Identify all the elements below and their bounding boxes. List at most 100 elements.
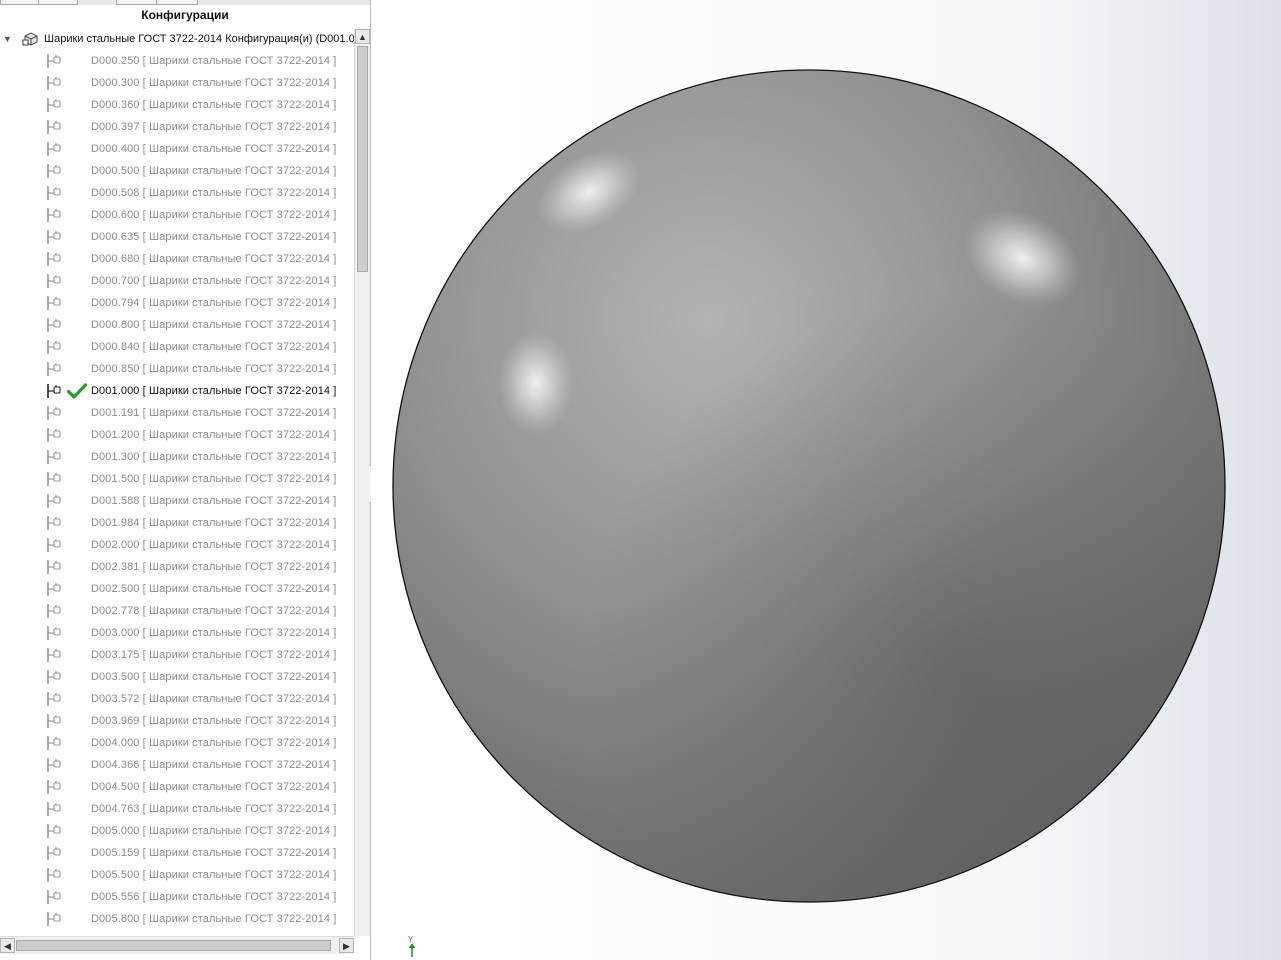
configuration-icon <box>47 252 61 266</box>
tab-dimxpert-manager[interactable] <box>156 0 198 5</box>
steel-ball-model[interactable] <box>371 0 1281 960</box>
configuration-item[interactable]: D002.381 [ Шарики стальные ГОСТ 3722-201… <box>0 556 354 578</box>
configuration-icon <box>47 142 61 156</box>
configuration-item[interactable]: D000.360 [ Шарики стальные ГОСТ 3722-201… <box>0 94 354 116</box>
configuration-icon <box>47 604 61 618</box>
configuration-item[interactable]: D005.556 [ Шарики стальные ГОСТ 3722-201… <box>0 886 354 908</box>
configuration-item[interactable]: D000.700 [ Шарики стальные ГОСТ 3722-201… <box>0 270 354 292</box>
configuration-item[interactable]: D000.300 [ Шарики стальные ГОСТ 3722-201… <box>0 72 354 94</box>
configuration-item-label: D001.300 [ Шарики стальные ГОСТ 3722-201… <box>91 451 337 463</box>
configuration-item-label: D004.366 [ Шарики стальные ГОСТ 3722-201… <box>91 759 337 771</box>
triad-axis-label: Y <box>408 935 414 944</box>
panel-title: Конфигурации <box>141 8 229 22</box>
configuration-item[interactable]: D000.840 [ Шарики стальные ГОСТ 3722-201… <box>0 336 354 358</box>
checkmark-icon <box>67 383 87 399</box>
graphics-viewport[interactable]: Y <box>371 0 1281 960</box>
configuration-item-label: D001.000 [ Шарики стальные ГОСТ 3722-201… <box>91 385 337 397</box>
configuration-manager-panel: Конфигурации ▼ Шарики стальные ГОСТ 3722… <box>0 0 371 960</box>
configuration-item-label: D005.159 [ Шарики стальные ГОСТ 3722-201… <box>91 847 337 859</box>
configuration-icon <box>47 274 61 288</box>
configuration-item[interactable]: D002.000 [ Шарики стальные ГОСТ 3722-201… <box>0 534 354 556</box>
configuration-item-label: D002.500 [ Шарики стальные ГОСТ 3722-201… <box>91 583 337 595</box>
configuration-item[interactable]: D001.300 [ Шарики стальные ГОСТ 3722-201… <box>0 446 354 468</box>
axis-triad-icon: Y <box>408 935 416 957</box>
configuration-item[interactable]: D000.500 [ Шарики стальные ГОСТ 3722-201… <box>0 160 354 182</box>
configuration-item[interactable]: D000.400 [ Шарики стальные ГОСТ 3722-201… <box>0 138 354 160</box>
vertical-scrollbar[interactable]: ▲ <box>354 29 370 936</box>
configuration-item-label: D000.500 [ Шарики стальные ГОСТ 3722-201… <box>91 165 337 177</box>
configuration-item[interactable]: D004.500 [ Шарики стальные ГОСТ 3722-201… <box>0 776 354 798</box>
configuration-icon <box>47 890 61 904</box>
configuration-item[interactable]: D001.000 [ Шарики стальные ГОСТ 3722-201… <box>0 380 354 402</box>
tab-feature-manager[interactable] <box>0 0 40 5</box>
configuration-icon <box>47 626 61 640</box>
configuration-item-label: D004.000 [ Шарики стальные ГОСТ 3722-201… <box>91 737 337 749</box>
configuration-item[interactable]: D001.500 [ Шарики стальные ГОСТ 3722-201… <box>0 468 354 490</box>
configuration-item-label: D000.400 [ Шарики стальные ГОСТ 3722-201… <box>91 143 337 155</box>
configuration-item[interactable]: D004.366 [ Шарики стальные ГОСТ 3722-201… <box>0 754 354 776</box>
configuration-item[interactable]: D005.500 [ Шарики стальные ГОСТ 3722-201… <box>0 864 354 886</box>
configuration-item-label: D001.588 [ Шарики стальные ГОСТ 3722-201… <box>91 495 337 507</box>
configuration-item[interactable]: D001.200 [ Шарики стальные ГОСТ 3722-201… <box>0 424 354 446</box>
configuration-item-label: D000.700 [ Шарики стальные ГОСТ 3722-201… <box>91 275 337 287</box>
configuration-icon <box>47 714 61 728</box>
configuration-item-label: D001.191 [ Шарики стальные ГОСТ 3722-201… <box>91 407 337 419</box>
vertical-scroll-thumb[interactable] <box>357 46 368 272</box>
configuration-item-label: D003.500 [ Шарики стальные ГОСТ 3722-201… <box>91 671 337 683</box>
horizontal-scroll-thumb[interactable] <box>16 940 331 951</box>
configuration-item-label: D000.680 [ Шарики стальные ГОСТ 3722-201… <box>91 253 337 265</box>
configuration-item[interactable]: D000.680 [ Шарики стальные ГОСТ 3722-201… <box>0 248 354 270</box>
configuration-icon <box>47 406 61 420</box>
configuration-item[interactable]: D000.508 [ Шарики стальные ГОСТ 3722-201… <box>0 182 354 204</box>
configuration-item-label: D000.360 [ Шарики стальные ГОСТ 3722-201… <box>91 99 337 111</box>
configuration-item[interactable]: D000.635 [ Шарики стальные ГОСТ 3722-201… <box>0 226 354 248</box>
configuration-icon <box>47 296 61 310</box>
configuration-icon <box>47 428 61 442</box>
configuration-icon <box>47 802 61 816</box>
configuration-item-label: D001.500 [ Шарики стальные ГОСТ 3722-201… <box>91 473 337 485</box>
triangle-down-icon[interactable]: ▼ <box>3 29 12 49</box>
configuration-item-label: D003.969 [ Шарики стальные ГОСТ 3722-201… <box>91 715 337 727</box>
configuration-icon <box>47 362 61 376</box>
configuration-icon <box>47 736 61 750</box>
configuration-item[interactable]: D003.175 [ Шарики стальные ГОСТ 3722-201… <box>0 644 354 666</box>
scroll-right-arrow-icon[interactable]: ▶ <box>339 938 354 953</box>
configuration-item[interactable]: D000.250 [ Шарики стальные ГОСТ 3722-201… <box>0 50 354 72</box>
configuration-item-label: D000.800 [ Шарики стальные ГОСТ 3722-201… <box>91 319 337 331</box>
configuration-item[interactable]: D000.800 [ Шарики стальные ГОСТ 3722-201… <box>0 314 354 336</box>
configuration-item[interactable]: D001.984 [ Шарики стальные ГОСТ 3722-201… <box>0 512 354 534</box>
configuration-item-label: D000.250 [ Шарики стальные ГОСТ 3722-201… <box>91 55 337 67</box>
configuration-item-label: D000.508 [ Шарики стальные ГОСТ 3722-201… <box>91 187 337 199</box>
scroll-up-arrow-icon[interactable]: ▲ <box>355 29 370 44</box>
configuration-item[interactable]: D004.000 [ Шарики стальные ГОСТ 3722-201… <box>0 732 354 754</box>
configuration-item[interactable]: D002.500 [ Шарики стальные ГОСТ 3722-201… <box>0 578 354 600</box>
horizontal-scrollbar[interactable]: ◀ ▶ <box>0 936 354 954</box>
configuration-icon <box>47 868 61 882</box>
configuration-item[interactable]: D001.588 [ Шарики стальные ГОСТ 3722-201… <box>0 490 354 512</box>
configuration-item[interactable]: D000.600 [ Шарики стальные ГОСТ 3722-201… <box>0 204 354 226</box>
configuration-item-label: D000.794 [ Шарики стальные ГОСТ 3722-201… <box>91 297 337 309</box>
configuration-item-label: D002.778 [ Шарики стальные ГОСТ 3722-201… <box>91 605 337 617</box>
configuration-item-label: D002.000 [ Шарики стальные ГОСТ 3722-201… <box>91 539 337 551</box>
configuration-item[interactable]: D005.159 [ Шарики стальные ГОСТ 3722-201… <box>0 842 354 864</box>
configuration-item[interactable]: D002.778 [ Шарики стальные ГОСТ 3722-201… <box>0 600 354 622</box>
configuration-item[interactable]: D000.794 [ Шарики стальные ГОСТ 3722-201… <box>0 292 354 314</box>
configuration-icon <box>47 670 61 684</box>
tab-configuration-manager[interactable] <box>116 0 158 5</box>
configuration-icon <box>47 54 61 68</box>
configuration-icon <box>47 824 61 838</box>
scroll-left-arrow-icon[interactable]: ◀ <box>0 938 15 953</box>
configuration-item[interactable]: D004.763 [ Шарики стальные ГОСТ 3722-201… <box>0 798 354 820</box>
configuration-item[interactable]: D001.191 [ Шарики стальные ГОСТ 3722-201… <box>0 402 354 424</box>
configuration-item[interactable]: D000.850 [ Шарики стальные ГОСТ 3722-201… <box>0 358 354 380</box>
configuration-item[interactable]: D003.500 [ Шарики стальные ГОСТ 3722-201… <box>0 666 354 688</box>
configuration-item[interactable]: D000.397 [ Шарики стальные ГОСТ 3722-201… <box>0 116 354 138</box>
configuration-item[interactable]: D005.000 [ Шарики стальные ГОСТ 3722-201… <box>0 820 354 842</box>
configuration-root-node[interactable]: ▼ Шарики стальные ГОСТ 3722-2014 Конфигу… <box>0 29 355 49</box>
configuration-item[interactable]: D005.800 [ Шарики стальные ГОСТ 3722-201… <box>0 908 354 930</box>
tab-property-manager[interactable] <box>38 0 78 5</box>
configuration-item[interactable]: D003.572 [ Шарики стальные ГОСТ 3722-201… <box>0 688 354 710</box>
configuration-item[interactable]: D003.969 [ Шарики стальные ГОСТ 3722-201… <box>0 710 354 732</box>
configuration-item-label: D000.300 [ Шарики стальные ГОСТ 3722-201… <box>91 77 337 89</box>
configuration-item[interactable]: D003.000 [ Шарики стальные ГОСТ 3722-201… <box>0 622 354 644</box>
